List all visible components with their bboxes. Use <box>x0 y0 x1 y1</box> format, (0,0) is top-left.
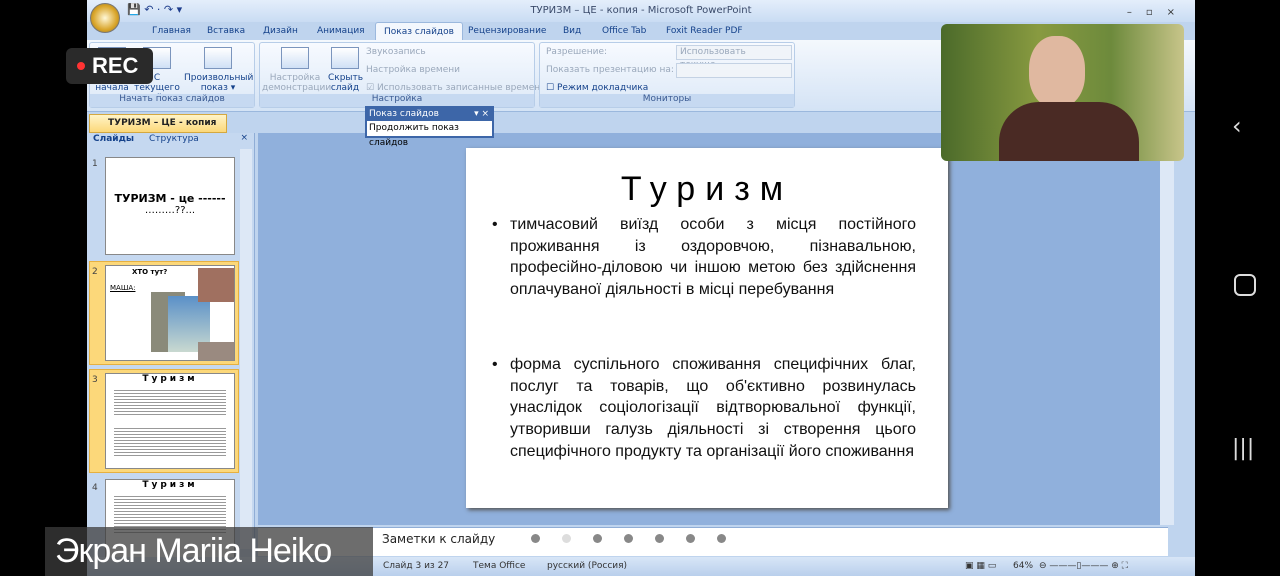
zoom-slider[interactable]: ⊖ ———▯——— ⊕ ⛶ <box>1039 557 1128 576</box>
tab-office-tab[interactable]: Office Tab <box>602 22 646 40</box>
resolution-select[interactable]: Использовать текуще... <box>676 45 792 70</box>
slide-scrollbar[interactable] <box>1160 133 1174 525</box>
presenter-view-checkbox[interactable]: ☐ Режим докладчика <box>546 83 648 93</box>
custom-show-button[interactable]: Произвольный показ ▾ <box>184 47 253 93</box>
page-dots <box>531 534 726 543</box>
resolution-label: Разрешение: <box>546 47 608 57</box>
group-monitors: Разрешение: Использовать текуще... Показ… <box>539 42 795 108</box>
back-nav-icon[interactable]: ‹ <box>1232 112 1242 140</box>
tab-view[interactable]: Вид <box>563 22 581 40</box>
slide-bullet: тимчасовий виїзд особи з місця постійног… <box>492 214 916 301</box>
photo <box>198 342 234 360</box>
language[interactable]: русский (Россия) <box>547 557 627 576</box>
screen-share-caption: Экран Mariia Heiko <box>45 527 373 576</box>
show-on-label: Показать презентацию на: <box>546 65 674 75</box>
tab-insert[interactable]: Вставка <box>207 22 245 40</box>
slide-number: 1 <box>92 159 98 169</box>
dot <box>562 534 571 543</box>
thumb-text: МАША: <box>110 284 136 292</box>
slide-title: Туризм <box>620 170 794 208</box>
slide-thumbnail-1[interactable]: ТУРИЗМ - це ------ ………??... <box>105 157 235 255</box>
resume-slideshow-button[interactable]: Продолжить показ слайдов <box>367 121 492 151</box>
setup-icon <box>281 47 309 69</box>
hide-slide-icon <box>331 47 359 69</box>
document-tab[interactable]: ТУРИЗМ – ЦЕ - копия × <box>89 114 227 145</box>
record-narration-button[interactable]: Звукозапись <box>366 47 426 57</box>
webcam-video <box>941 24 1184 161</box>
setup-show-button[interactable]: Настройка демонстрации <box>262 47 331 93</box>
recents-nav-icon[interactable]: ||| <box>1232 436 1254 461</box>
slideshow-popup: Показ слайдов ▾ × Продолжить показ слайдо… <box>365 106 494 148</box>
custom-show-icon <box>204 47 232 69</box>
title-bar: ТУРИЗМ – ЦЕ - копия - Microsoft PowerPoi… <box>87 0 1195 22</box>
close-panel-icon[interactable]: × <box>240 133 248 143</box>
theme-name: Тема Office <box>473 561 526 571</box>
slide-thumbnail-2[interactable]: ХТО тут? МАША: <box>105 265 235 361</box>
thumb-text: ТУРИЗМ - це ------ <box>114 192 226 205</box>
dot <box>686 534 695 543</box>
dot <box>717 534 726 543</box>
view-buttons[interactable]: ▣ ▦ ▭ <box>965 557 996 576</box>
zoom-level[interactable]: 64% <box>1013 557 1033 576</box>
use-timings-checkbox[interactable]: ☑ Использовать записанные времена <box>366 83 546 93</box>
close-icon[interactable]: ▾ × <box>474 108 492 121</box>
thumb-text: ………??... <box>144 205 196 216</box>
thumb-text: Туризм <box>142 374 198 384</box>
person-face <box>1029 36 1085 108</box>
tab-home[interactable]: Главная <box>152 22 191 40</box>
tab-slideshow[interactable]: Показ слайдов <box>375 22 463 40</box>
slide-number: 3 <box>92 375 98 385</box>
slide-number: 2 <box>92 267 98 277</box>
recording-badge: REC <box>66 48 153 84</box>
group-label: Начать показ слайдов <box>90 94 254 107</box>
dot <box>655 534 664 543</box>
dot <box>531 534 540 543</box>
tab-design[interactable]: Дизайн <box>263 22 298 40</box>
tab-outline[interactable]: Структура <box>149 134 199 144</box>
popup-title: Показ слайдов <box>369 109 439 119</box>
slide-number: 4 <box>92 483 98 493</box>
quick-access-toolbar[interactable]: 💾 ↶ · ↷ ▾ <box>127 3 182 16</box>
thumb-lines <box>114 388 226 416</box>
group-setup: Настройка демонстрации Скрыть слайд Звук… <box>259 42 546 108</box>
slide-thumbnail-3[interactable]: Туризм <box>105 373 235 469</box>
slide-counter: Слайд 3 из 27 <box>383 561 450 571</box>
hide-slide-button[interactable]: Скрыть слайд <box>328 47 363 93</box>
slide-editing-area: Туризм тимчасовий виїзд особи з місця по… <box>258 133 1168 525</box>
slides-scrollbar[interactable] <box>240 149 252 549</box>
thumb-text: ХТО тут? <box>132 268 168 276</box>
tab-animation[interactable]: Анимация <box>317 22 365 40</box>
current-slide[interactable]: Туризм тимчасовий виїзд особи з місця по… <box>466 148 948 508</box>
home-nav-icon[interactable] <box>1234 274 1256 296</box>
notes-placeholder: Заметки к слайду <box>382 532 496 546</box>
tab-review[interactable]: Рецензирование <box>468 22 546 40</box>
thumb-lines <box>114 426 226 458</box>
thumb-text: Туризм <box>142 480 198 490</box>
show-on-select[interactable] <box>676 63 792 78</box>
rehearse-timings-button[interactable]: Настройка времени <box>366 65 460 75</box>
person-body <box>999 102 1139 161</box>
slide-bullet: форма суспільного споживання специфічних… <box>492 354 916 463</box>
tab-slides[interactable]: Слайды <box>93 134 134 144</box>
slides-panel: Слайды Структура × 1 ТУРИЗМ - це ------ ……… <box>87 133 255 559</box>
dot <box>593 534 602 543</box>
group-label: Мониторы <box>540 94 794 107</box>
photo <box>198 268 234 302</box>
tab-foxit[interactable]: Foxit Reader PDF <box>666 22 743 40</box>
dot <box>624 534 633 543</box>
window-title: ТУРИЗМ – ЦЕ - копия - Microsoft PowerPoi… <box>530 5 752 16</box>
window-controls[interactable]: –▫× <box>1127 2 1189 24</box>
